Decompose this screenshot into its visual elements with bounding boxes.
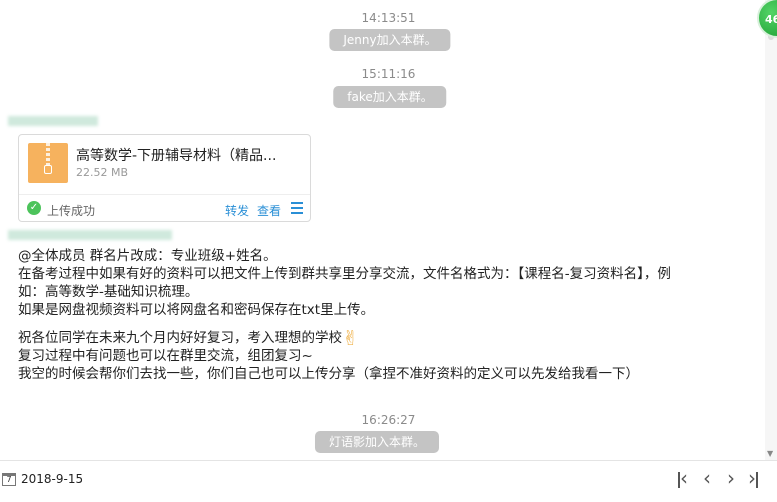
file-card-footer: ✓ 上传成功 转发 查看 <box>19 194 310 223</box>
history-toolbar: 7 2018-9-15 ‹ ‹ › › <box>0 460 777 502</box>
victory-hand-emoji: ✌ <box>342 326 359 350</box>
message-line: @全体成员 群名片改成：专业班级+姓名。 <box>18 248 277 264</box>
chat-history: 14:13:51 Jenny加入本群。 15:11:16 fake加入本群。 高… <box>0 0 765 460</box>
system-notice: Jenny加入本群。 <box>329 29 451 51</box>
message-line: 在备考过程中如果有好的资料可以把文件上传到群共享里分享交流，文件名格式为：【课程… <box>18 266 671 282</box>
file-size: 22.52 MB <box>76 166 129 179</box>
message-line-text: 祝各位同学在未来九个月内好好复习，考入理想的学校 <box>18 330 342 346</box>
message-timestamp: 14:13:51 <box>361 11 416 25</box>
current-date: 2018-9-15 <box>21 472 84 486</box>
announcement-message: @全体成员 群名片改成：专业班级+姓名。 在备考过程中如果有好的资料可以把文件上… <box>18 247 765 383</box>
message-line: 复习过程中有问题也可以在群里交流，组团复习~ <box>18 348 313 364</box>
last-page-icon[interactable]: › <box>748 468 758 488</box>
system-notice: 灯语影加入本群。 <box>314 431 440 453</box>
zip-file-icon <box>28 143 68 183</box>
system-notice: fake加入本群。 <box>333 86 447 108</box>
vertical-scrollbar[interactable]: ▼ <box>765 0 777 460</box>
forward-button[interactable]: 转发 <box>225 202 249 219</box>
message-line: 祝各位同学在未来九个月内好好复习，考入理想的学校✌ <box>18 326 765 350</box>
previous-page-icon[interactable]: ‹ <box>703 468 711 488</box>
view-button[interactable]: 查看 <box>257 202 281 219</box>
message-timestamp: 16:26:27 <box>361 413 416 427</box>
message-line: 我空的时候会帮你们去找一些，你们自己也可以上传分享（拿捏不准好资料的定义可以先发… <box>18 366 639 382</box>
blurred-sender-name <box>8 230 172 240</box>
message-line: 如：高等数学-基础知识梳理。 <box>18 284 199 300</box>
first-page-icon[interactable]: ‹ <box>678 468 688 488</box>
message-line: 如果是网盘视频资料可以将网盘名和密码保存在txt里上传。 <box>18 302 375 318</box>
file-message-card[interactable]: 高等数学-下册辅导材料（精品... 22.52 MB ✓ 上传成功 转发 查看 <box>18 134 311 222</box>
next-page-icon[interactable]: › <box>727 468 735 488</box>
menu-icon[interactable] <box>291 202 303 214</box>
check-circle-icon: ✓ <box>27 201 41 215</box>
message-timestamp: 15:11:16 <box>361 67 416 81</box>
calendar-icon[interactable]: 7 <box>2 473 16 486</box>
file-name[interactable]: 高等数学-下册辅导材料（精品... <box>76 145 276 165</box>
scroll-down-arrow-icon[interactable]: ▼ <box>767 449 773 458</box>
blurred-sender-name <box>8 116 98 126</box>
upload-status: 上传成功 <box>47 204 96 218</box>
